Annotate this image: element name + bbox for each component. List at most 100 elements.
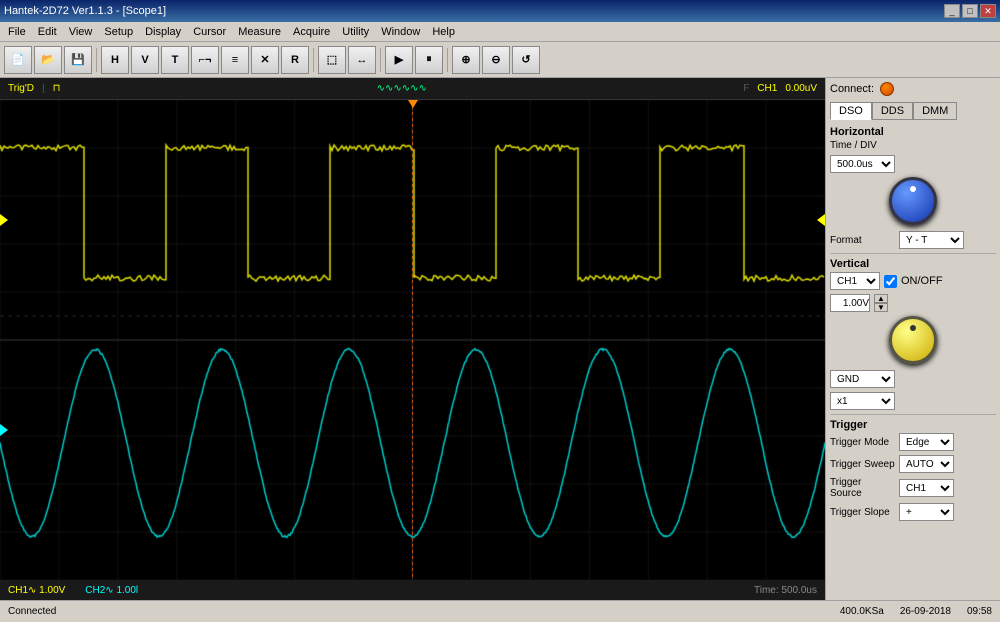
tb-close2-button[interactable]: ✕ xyxy=(251,46,279,74)
gnd-row: GND DC AC xyxy=(830,370,996,388)
tb-h-button[interactable]: H xyxy=(101,46,129,74)
format-row: Format Y - T X - Y xyxy=(830,231,996,249)
tab-dso[interactable]: DSO xyxy=(830,102,872,120)
trigger-source-select[interactable]: CH1 CH2 EXT xyxy=(899,479,954,497)
horizontal-section-label: Horizontal xyxy=(830,126,996,138)
tb-zoomout-button[interactable]: ⊖ xyxy=(482,46,510,74)
ch1-marker xyxy=(0,214,8,226)
menu-acquire[interactable]: Acquire xyxy=(287,24,336,40)
tb-open-button[interactable]: 📂 xyxy=(34,46,62,74)
connect-indicator xyxy=(880,82,894,96)
tb-zoomin-button[interactable]: ⊕ xyxy=(452,46,480,74)
ch1-bottom-info: CH1∿ 1.00V xyxy=(8,585,65,596)
tb-sep1 xyxy=(96,48,97,72)
ch2-bottom-info: CH2∿ 1.00l xyxy=(85,585,138,596)
status-bar: Connected 400.0KSa 26-09-2018 09:58 xyxy=(0,600,1000,622)
trigger-source-row: Trigger Source CH1 CH2 EXT xyxy=(830,477,996,499)
menu-measure[interactable]: Measure xyxy=(232,24,287,40)
date-display: 26-09-2018 xyxy=(900,606,951,617)
probe-select[interactable]: x1 x10 x100 xyxy=(830,392,895,410)
tb-pattern-button[interactable]: ≡ xyxy=(221,46,249,74)
menu-cursor[interactable]: Cursor xyxy=(187,24,232,40)
sample-rate: 400.0KSa xyxy=(840,606,884,617)
divider2 xyxy=(830,414,996,415)
connected-status: Connected xyxy=(8,606,56,617)
right-panel: Connect: DSO DDS DMM Horizontal Time / D… xyxy=(825,78,1000,600)
tb-pause-button[interactable]: ⏸ xyxy=(415,46,443,74)
time-knob[interactable] xyxy=(889,177,937,225)
volt-knob[interactable] xyxy=(889,316,937,364)
format-select[interactable]: Y - T X - Y xyxy=(899,231,964,249)
channel-row: CH1 CH2 ON/OFF xyxy=(830,272,996,290)
title-bar-controls: _ □ ✕ xyxy=(944,4,996,18)
title-text: Hantek-2D72 Ver1.1.3 - [Scope1] xyxy=(4,5,166,17)
waveform-canvas[interactable] xyxy=(0,100,825,580)
menu-display[interactable]: Display xyxy=(139,24,187,40)
toolbar: 📄 📂 💾 H V T ⌐¬ ≡ ✕ R ⬚ ↔ ▶ ⏸ ⊕ ⊖ ↺ xyxy=(0,42,1000,78)
scope-area: Trig'D | ⊓ ∿∿∿∿∿∿ F CH1 0.00uV CH1∿ 1.00… xyxy=(0,78,825,600)
volt-up-button[interactable]: ▲ xyxy=(874,294,888,303)
menu-window[interactable]: Window xyxy=(375,24,426,40)
tb-sep3 xyxy=(380,48,381,72)
trigger-slope-row: Trigger Slope + - xyxy=(830,503,996,521)
volt-input[interactable] xyxy=(830,294,870,312)
tb-new-button[interactable]: 📄 xyxy=(4,46,32,74)
tb-run-button[interactable]: ▶ xyxy=(385,46,413,74)
trigger-status: Trig'D xyxy=(8,83,34,94)
preview-wave: ∿∿∿∿∿∿ xyxy=(377,83,427,94)
knob-dot xyxy=(910,186,916,192)
scope-canvas xyxy=(0,100,825,580)
tb-t-button[interactable]: T xyxy=(161,46,189,74)
tb-cursor-button[interactable]: ⬚ xyxy=(318,46,346,74)
time-div-label: Time / DIV xyxy=(830,140,895,151)
title-bar: Hantek-2D72 Ver1.1.3 - [Scope1] _ □ ✕ xyxy=(0,0,1000,22)
menu-setup[interactable]: Setup xyxy=(98,24,139,40)
trigger-sweep-label: Trigger Sweep xyxy=(830,459,895,470)
tb-undo-button[interactable]: ↺ xyxy=(512,46,540,74)
menu-file[interactable]: File xyxy=(2,24,32,40)
menu-utility[interactable]: Utility xyxy=(336,24,375,40)
onoff-checkbox[interactable] xyxy=(884,275,897,288)
gnd-select[interactable]: GND DC AC xyxy=(830,370,895,388)
time-knob-container xyxy=(830,177,996,225)
trigger-slope-select[interactable]: + - xyxy=(899,503,954,521)
menu-edit[interactable]: Edit xyxy=(32,24,63,40)
tab-dmm[interactable]: DMM xyxy=(913,102,957,120)
voltage-status: 0.00uV xyxy=(785,83,817,94)
tb-measure-button[interactable]: ↔ xyxy=(348,46,376,74)
connect-row: Connect: xyxy=(830,82,996,96)
main-area: Trig'D | ⊓ ∿∿∿∿∿∿ F CH1 0.00uV CH1∿ 1.00… xyxy=(0,78,1000,600)
trigger-mode-label: Trigger Mode xyxy=(830,437,895,448)
menu-view[interactable]: View xyxy=(63,24,99,40)
volt-down-button[interactable]: ▼ xyxy=(874,303,888,312)
trigger-mode-select[interactable]: Edge Pulse xyxy=(899,433,954,451)
trigger-right-marker xyxy=(817,214,825,226)
channel-select[interactable]: CH1 CH2 xyxy=(830,272,880,290)
onoff-row: ON/OFF xyxy=(884,275,943,288)
ch1-status: CH1 xyxy=(757,83,777,94)
tb-pulse-button[interactable]: ⌐¬ xyxy=(191,46,219,74)
maximize-button[interactable]: □ xyxy=(962,4,978,18)
trigger-icon: ⊓ xyxy=(53,83,61,94)
tb-v-button[interactable]: V xyxy=(131,46,159,74)
time-div-select[interactable]: 500.0us 200.0us 100.0us 50.0us 1ms xyxy=(830,155,895,173)
divider1 xyxy=(830,253,996,254)
trigger-mode-row: Trigger Mode Edge Pulse xyxy=(830,433,996,451)
time-div-select-row: 500.0us 200.0us 100.0us 50.0us 1ms xyxy=(830,155,996,173)
trigger-sweep-select[interactable]: AUTO NORMAL SINGLE xyxy=(899,455,954,473)
minimize-button[interactable]: _ xyxy=(944,4,960,18)
tb-reset-button[interactable]: R xyxy=(281,46,309,74)
tab-dds[interactable]: DDS xyxy=(872,102,913,120)
time-bottom-info: Time: 500.0us xyxy=(754,585,817,596)
menu-help[interactable]: Help xyxy=(426,24,461,40)
tb-sep2 xyxy=(313,48,314,72)
scope-status-bar: Trig'D | ⊓ ∿∿∿∿∿∿ F CH1 0.00uV xyxy=(0,78,825,100)
probe-row: x1 x10 x100 xyxy=(830,392,996,410)
volt-knob-dot xyxy=(910,325,916,331)
trigger-source-label: Trigger Source xyxy=(830,477,895,499)
trigger-slope-label: Trigger Slope xyxy=(830,507,895,518)
vertical-section-label: Vertical xyxy=(830,258,996,270)
close-button[interactable]: ✕ xyxy=(980,4,996,18)
tb-save-button[interactable]: 💾 xyxy=(64,46,92,74)
ch2-marker xyxy=(0,424,8,436)
